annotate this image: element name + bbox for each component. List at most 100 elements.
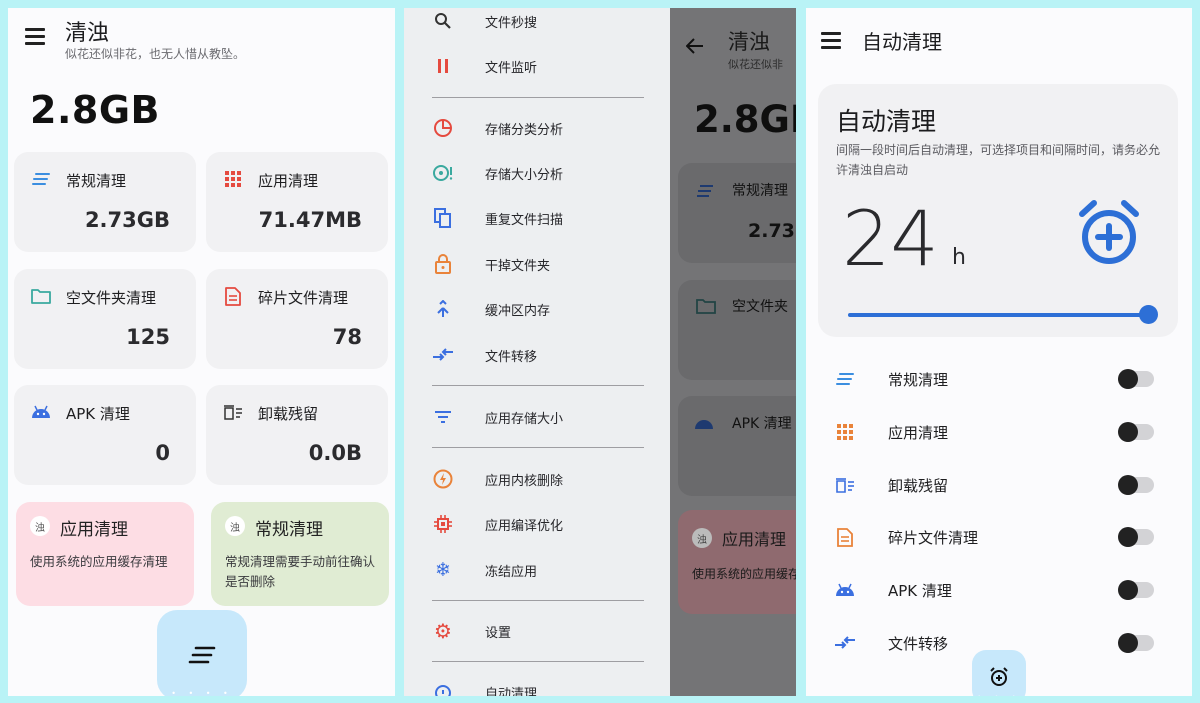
auto-item-uninstall-residue: 卸载残留 bbox=[806, 459, 1192, 511]
menu-label: 文件转移 bbox=[485, 350, 538, 365]
pie-chart-icon bbox=[432, 117, 454, 139]
card-value: 2.73GB bbox=[84, 208, 170, 232]
folder-icon bbox=[696, 299, 716, 314]
drawer-screen: 文件秒搜 文件监听 存储分类分析 存储大小分析 重复文件扫描 干掉文件夹 缓冲区… bbox=[404, 8, 796, 696]
menu-item-freeze-apps[interactable]: ❄ 冻结应用 bbox=[404, 550, 670, 590]
menu-item-settings[interactable]: ⚙ 设置 bbox=[404, 611, 670, 651]
transfer-icon bbox=[432, 344, 454, 366]
merge-icon bbox=[432, 298, 454, 320]
card-value: 0.0B bbox=[308, 441, 362, 465]
menu-item-auto-clean[interactable]: 自动清理 bbox=[404, 672, 670, 696]
menu-label: 自动清理 bbox=[485, 687, 538, 696]
menu-item-buffer-memory[interactable]: 缓冲区内存 bbox=[404, 289, 670, 329]
navigation-drawer: 文件秒搜 文件监听 存储分类分析 存储大小分析 重复文件扫描 干掉文件夹 缓冲区… bbox=[404, 8, 670, 696]
auto-item-regular-clean: 常规清理 bbox=[806, 353, 1192, 405]
snowflake-icon: ❄ bbox=[435, 559, 451, 581]
menu-item-kill-folder[interactable]: 干掉文件夹 bbox=[404, 244, 670, 284]
apk-clean-toggle[interactable] bbox=[1118, 580, 1154, 600]
menu-item-app-kernel-delete[interactable]: 应用内核删除 bbox=[404, 459, 670, 499]
clean-fab-button[interactable]: • • • • bbox=[157, 610, 247, 696]
app-clean-toggle[interactable] bbox=[1118, 422, 1154, 442]
search-icon bbox=[432, 10, 454, 32]
menu-icon[interactable] bbox=[25, 28, 45, 45]
menu-item-duplicate-scan[interactable]: 重复文件扫描 bbox=[404, 198, 670, 238]
menu-item-storage-size[interactable]: 存储大小分析 bbox=[404, 153, 670, 193]
storage-size-icon bbox=[432, 162, 454, 184]
preview-total-size: 2.8GI bbox=[694, 98, 796, 141]
menu-label: 冻结应用 bbox=[485, 565, 538, 580]
preview-card-label: 常规清理 bbox=[732, 183, 788, 199]
card-app-clean[interactable]: 应用清理 71.47MB bbox=[206, 152, 388, 252]
folder-icon bbox=[30, 285, 52, 307]
interval-unit: h bbox=[952, 245, 966, 270]
card-regular-clean[interactable]: 常规清理 2.73GB bbox=[14, 152, 196, 252]
alarm-add-icon[interactable] bbox=[1076, 198, 1142, 268]
menu-label: 缓冲区内存 bbox=[485, 304, 551, 319]
card-value: 0 bbox=[155, 441, 170, 465]
tile-app-clean[interactable]: 浊 应用清理 使用系统的应用缓存清理 bbox=[16, 502, 194, 606]
menu-item-file-monitor[interactable]: 文件监听 bbox=[404, 46, 670, 86]
android-icon bbox=[30, 401, 52, 423]
preview-card-value: 2.73 bbox=[748, 220, 795, 242]
preview-subtitle: 似花还似非 bbox=[728, 58, 783, 71]
tile-regular-clean[interactable]: 浊 常规清理 常规清理需要手动前往确认是否删除 bbox=[211, 502, 389, 606]
flash-icon bbox=[432, 468, 454, 490]
menu-item-app-storage-size[interactable]: 应用存储大小 bbox=[404, 397, 670, 437]
preview-tile: 浊 应用清理 使用系统的应用缓存清理 bbox=[678, 510, 796, 614]
interval-slider-track[interactable] bbox=[848, 313, 1148, 317]
tile-title: 常规清理 bbox=[255, 520, 323, 540]
menu-divider bbox=[432, 385, 644, 386]
item-label: 碎片文件清理 bbox=[888, 529, 979, 547]
menu-label: 应用编译优化 bbox=[485, 519, 564, 534]
card-fragment-clean[interactable]: 碎片文件清理 78 bbox=[206, 269, 388, 369]
chip-icon bbox=[432, 513, 454, 535]
alarm-add-icon bbox=[990, 667, 1008, 686]
app-title: 清浊 bbox=[65, 21, 110, 46]
menu-item-app-compile-optimize[interactable]: 应用编译优化 bbox=[404, 504, 670, 544]
auto-clean-screen: 自动清理 自动清理 间隔一段时间后自动清理，可选择项目和间隔时间，请务必允许清浊… bbox=[806, 8, 1192, 696]
menu-item-storage-category[interactable]: 存储分类分析 bbox=[404, 108, 670, 148]
card-empty-folder-clean[interactable]: 空文件夹清理 125 bbox=[14, 269, 196, 369]
card-title: 自动清理 bbox=[836, 107, 937, 136]
transfer-icon bbox=[834, 632, 856, 654]
back-arrow-icon bbox=[686, 38, 703, 54]
menu-icon[interactable] bbox=[821, 32, 841, 49]
card-label: APK 清理 bbox=[66, 405, 130, 423]
menu-item-file-transfer[interactable]: 文件转移 bbox=[404, 335, 670, 375]
menu-label: 应用内核删除 bbox=[485, 474, 564, 489]
menu-divider bbox=[432, 661, 644, 662]
menu-label: 文件监听 bbox=[485, 61, 538, 76]
item-label: 卸载残留 bbox=[888, 477, 949, 495]
interval-hours: 24 bbox=[842, 194, 939, 283]
interval-slider-thumb[interactable] bbox=[1139, 305, 1158, 324]
add-alarm-fab-button[interactable]: • • • bbox=[972, 650, 1026, 696]
page-title: 自动清理 bbox=[862, 30, 942, 54]
card-apk-clean[interactable]: APK 清理 0 bbox=[14, 385, 196, 485]
menu-divider bbox=[432, 97, 644, 98]
trash-list-icon bbox=[834, 474, 856, 496]
tile-title: 应用清理 bbox=[60, 520, 128, 540]
menu-divider bbox=[432, 600, 644, 601]
card-uninstall-residue[interactable]: 卸载残留 0.0B bbox=[206, 385, 388, 485]
tile-description: 使用系统的应用缓存清理 bbox=[30, 554, 168, 569]
home-screen: 清浊 似花还似非花，也无人惜从教坠。 2.8GB 常规清理 2.73GB 应用清… bbox=[8, 8, 395, 696]
alarm-icon bbox=[432, 681, 454, 696]
card-label: 卸载残留 bbox=[258, 405, 319, 423]
regular-clean-toggle[interactable] bbox=[1118, 369, 1154, 389]
lines-icon bbox=[834, 368, 856, 390]
card-description: 间隔一段时间后自动清理，可选择项目和间隔时间，请务必允许清浊自启动 bbox=[836, 143, 1161, 177]
fragment-clean-toggle[interactable] bbox=[1118, 527, 1154, 547]
preview-card bbox=[678, 396, 796, 496]
card-label: 应用清理 bbox=[258, 172, 319, 190]
grid-icon bbox=[834, 421, 856, 443]
app-subtitle: 似花还似非花，也无人惜从教坠。 bbox=[65, 47, 246, 61]
preview-card-label: APK 清理 bbox=[732, 416, 792, 432]
file-transfer-toggle[interactable] bbox=[1118, 633, 1154, 653]
item-label: 常规清理 bbox=[888, 371, 949, 389]
menu-divider bbox=[432, 447, 644, 448]
card-label: 空文件夹清理 bbox=[66, 289, 157, 307]
uninstall-residue-toggle[interactable] bbox=[1118, 475, 1154, 495]
preview-tile-desc: 使用系统的应用缓存清理 bbox=[692, 567, 796, 581]
menu-item-file-search[interactable]: 文件秒搜 bbox=[404, 8, 670, 41]
drawer-scrim[interactable]: 清浊 似花还似非 2.8GI 常规清理 2.73 空文件夹 APK 清理 浊 应… bbox=[670, 8, 796, 696]
